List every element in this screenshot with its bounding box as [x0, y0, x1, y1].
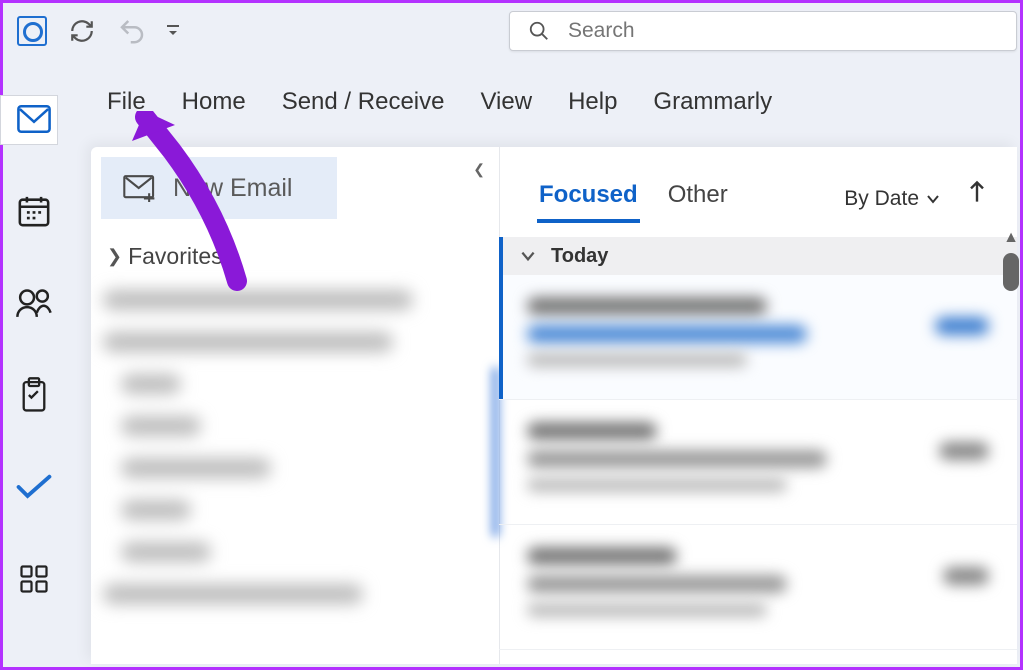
tab-other-inbox[interactable]: Other [668, 181, 728, 219]
favorites-label: Favorites [128, 243, 223, 270]
message-item[interactable] [499, 275, 1017, 400]
outlook-logo-icon [17, 16, 47, 46]
scroll-thumb[interactable] [1003, 253, 1019, 291]
chevron-down-icon [519, 247, 537, 265]
rail-calendar-icon[interactable] [14, 191, 54, 231]
message-list-pane: Focused Other By Date Today [499, 147, 1017, 664]
qat-dropdown-icon[interactable] [165, 23, 181, 39]
tab-focused-inbox[interactable]: Focused [539, 181, 638, 219]
message-item[interactable] [499, 400, 1017, 525]
folder-pane: ❮ New Email ❯ Favorites [91, 147, 499, 664]
undo-icon[interactable] [117, 16, 147, 46]
tab-help[interactable]: Help [568, 88, 617, 116]
new-email-button[interactable]: New Email [101, 157, 337, 219]
search-input[interactable] [568, 19, 948, 43]
favorites-toggle[interactable]: ❯ Favorites [107, 243, 499, 270]
message-pane-header: Focused Other By Date [499, 147, 1017, 219]
chevron-down-icon [925, 191, 941, 207]
main-panel: ❮ New Email ❯ Favorites Focused Other By [91, 147, 1017, 664]
folder-list-blurred [103, 290, 499, 604]
rail-notes-icon[interactable] [14, 375, 54, 415]
search-box[interactable] [509, 11, 1017, 51]
refresh-icon[interactable] [69, 18, 95, 44]
new-email-label: New Email [173, 174, 292, 203]
collapse-folder-pane-icon[interactable]: ❮ [473, 161, 485, 178]
chevron-right-icon: ❯ [107, 246, 122, 267]
tab-file[interactable]: File [107, 88, 146, 116]
scrollbar-thumb[interactable] [492, 367, 499, 537]
tab-grammarly[interactable]: Grammarly [653, 88, 772, 116]
tab-send-receive[interactable]: Send / Receive [282, 88, 445, 116]
scroll-up-icon[interactable]: ▲ [1000, 229, 1022, 247]
mail-plus-icon [123, 174, 157, 202]
rail-people-icon[interactable] [14, 283, 54, 323]
rail-apps-icon[interactable] [14, 559, 54, 599]
rail-todo-icon[interactable] [14, 467, 54, 507]
search-icon [528, 20, 550, 42]
sort-direction-icon[interactable] [967, 180, 987, 211]
tab-view[interactable]: View [480, 88, 532, 116]
message-item[interactable] [499, 525, 1017, 650]
group-header-today[interactable]: Today [499, 237, 1017, 275]
navigation-rail [3, 73, 65, 667]
ribbon-tabs: File Home Send / Receive View Help Gramm… [107, 88, 772, 116]
sort-by-dropdown[interactable]: By Date [844, 187, 941, 211]
vertical-scrollbar[interactable]: ▲ [1000, 229, 1022, 297]
tab-home[interactable]: Home [182, 88, 246, 116]
rail-mail-icon[interactable] [14, 99, 54, 139]
